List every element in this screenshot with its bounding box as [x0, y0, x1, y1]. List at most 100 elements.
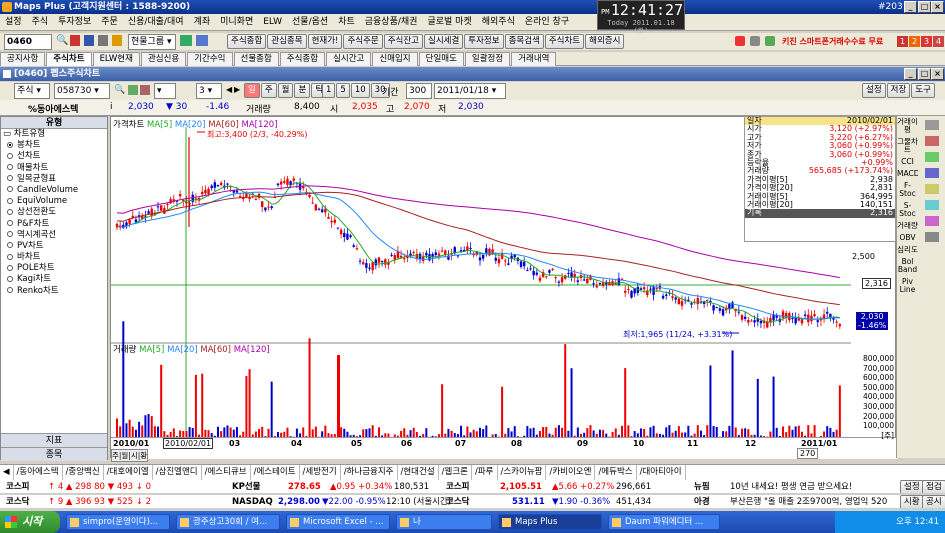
menu-item[interactable]: ELW — [258, 14, 287, 30]
alert-icon[interactable] — [735, 36, 745, 46]
ad-banner[interactable]: 키진 스마트폰거래수수료 무료 — [782, 36, 883, 47]
taskbar-item[interactable]: Microsoft Excel - ... — [286, 514, 390, 530]
period-button[interactable]: 분 — [294, 83, 311, 98]
save-icon[interactable] — [84, 35, 94, 46]
indicator-item[interactable]: CCI — [897, 158, 918, 166]
market-select[interactable]: 주식 ▾ — [14, 83, 50, 99]
stock-chip[interactable]: /삼진엘앤디 — [153, 465, 202, 480]
chart-maximize-button[interactable]: □ — [918, 68, 931, 80]
tab[interactable]: 기간수익 — [187, 52, 233, 66]
indicator-item[interactable]: 거래이평 — [897, 118, 918, 134]
count-select[interactable]: 3 ▾ — [196, 83, 222, 99]
page-button[interactable]: 4 — [933, 36, 944, 47]
folder-icon[interactable] — [112, 35, 122, 46]
stock-chip[interactable]: /대아티아이 — [637, 465, 686, 480]
quick-button[interactable]: 투자정보 — [464, 34, 504, 49]
indicator-item[interactable]: 거래량 — [897, 222, 918, 230]
tab[interactable]: 관심신용 — [140, 52, 187, 66]
prev-stock-icon[interactable] — [128, 85, 138, 95]
taskbar-item[interactable]: Maps Plus — [498, 514, 602, 530]
tab[interactable]: 주식차트 — [46, 52, 92, 66]
menu-item[interactable]: 선물/옵션 — [287, 14, 333, 30]
date-input[interactable]: 2011/01/18 ▾ — [434, 83, 506, 99]
quick-button[interactable]: 실시세결 — [424, 34, 464, 49]
chart-type-item[interactable]: 선차트 — [1, 151, 107, 162]
chart-type-item[interactable]: Renko차트 — [1, 286, 107, 297]
stockbar-nav-icon[interactable]: ◀ — [0, 465, 14, 480]
minute-button[interactable]: 10 — [350, 83, 370, 98]
indicator-item[interactable]: MACD — [897, 170, 919, 178]
stock-chip[interactable]: /세방전기 — [300, 465, 341, 480]
ratio-select[interactable]: ▾ — [154, 83, 176, 99]
stock-chip[interactable]: /카비이오엔 — [546, 465, 596, 480]
chart-type-item[interactable]: 삼선전환도 — [1, 207, 107, 218]
menu-item[interactable]: 글로벌 마켓 — [422, 14, 476, 30]
order-type-select[interactable]: 현물그룹 ▾ — [128, 34, 176, 50]
vertical-line-tool-icon[interactable] — [924, 168, 939, 178]
menu-item[interactable]: 차트 — [333, 14, 360, 30]
lock-icon[interactable] — [70, 35, 80, 46]
chart-type-item[interactable]: 역시계곡선 — [1, 230, 107, 241]
indicator-item[interactable]: OBV — [897, 234, 918, 242]
tab[interactable]: 공지사항 — [0, 52, 46, 66]
chart-type-item[interactable]: CandleVolume — [1, 185, 107, 196]
page-button[interactable]: 1 — [897, 36, 908, 47]
taskbar-item[interactable]: 나 — [396, 514, 492, 530]
ticker1-news[interactable]: 10년 내세요! 평생 연금 받으세요! — [730, 480, 890, 493]
grid-icon[interactable] — [180, 35, 192, 46]
channel-tool-icon[interactable] — [924, 200, 939, 210]
menu-item[interactable]: 주식 — [27, 14, 54, 30]
chart-type-item[interactable]: 바차트 — [1, 252, 107, 263]
indicator-item[interactable]: S-Stoc — [897, 202, 918, 218]
indicator-tab[interactable]: 지표 — [1, 433, 107, 447]
next-stock-icon[interactable] — [140, 85, 150, 95]
text-tool-icon[interactable] — [924, 216, 939, 226]
stock-chip[interactable]: /동아에스텍 — [14, 465, 63, 480]
close-button[interactable]: × — [931, 1, 944, 13]
period-button[interactable]: 일 — [244, 83, 260, 98]
minimize-button[interactable]: _ — [904, 1, 917, 13]
stock-chip[interactable]: /에스티큐브 — [202, 465, 251, 480]
settings-button[interactable]: 설정 — [900, 480, 924, 493]
indicator-item[interactable]: 그물차트 — [897, 138, 918, 154]
up-arrow-icon[interactable]: ▶ — [234, 85, 240, 94]
memo-icon[interactable] — [750, 36, 760, 46]
quick-button[interactable]: 종목검색 — [504, 34, 544, 49]
period-input[interactable]: 300 — [406, 83, 432, 99]
stock-chip[interactable]: /파루 — [472, 465, 498, 480]
menu-item[interactable]: 금융상품/채권 — [360, 14, 423, 30]
stock-chip[interactable]: /대호에이엘 — [104, 465, 153, 480]
tab[interactable]: ELW현재 — [92, 52, 140, 66]
chart-type-item[interactable]: Kagi차트 — [1, 274, 107, 285]
trendline-tool-icon[interactable] — [924, 136, 939, 146]
disclosure-button[interactable]: 공시 — [922, 495, 945, 508]
chat-icon[interactable] — [765, 36, 775, 46]
quick-button[interactable]: 현재가! — [307, 34, 343, 49]
taskbar-item[interactable]: simpro(운영이다)... — [66, 514, 170, 530]
chart-close-button[interactable]: × — [931, 68, 944, 80]
tab[interactable]: 거래내역 — [511, 52, 557, 66]
menu-item[interactable]: 미니화면 — [215, 14, 258, 30]
market-button[interactable]: 시황 — [900, 495, 924, 508]
stock-chip[interactable]: /현대건설 — [398, 465, 439, 480]
page-button[interactable]: 2 — [909, 36, 920, 47]
taskbar-item[interactable]: Daum 파워에디터 ... — [608, 514, 720, 530]
tab[interactable]: 단일매도 — [418, 52, 464, 66]
stock-tab[interactable]: 종목 — [1, 447, 107, 461]
indicator-item[interactable]: F-Stoc — [897, 182, 918, 198]
menu-item[interactable]: 설정 — [0, 14, 27, 30]
search-icon[interactable]: 🔍 — [56, 35, 68, 46]
quick-button[interactable]: 해외증시 — [585, 34, 625, 49]
quick-button[interactable]: 주식종합 — [227, 34, 267, 49]
window-icon[interactable] — [196, 35, 208, 46]
quick-button[interactable]: 관심종목 — [267, 34, 307, 49]
chart-type-item[interactable]: 봉차트 — [1, 140, 107, 151]
indicator-item[interactable]: Bol Band — [897, 258, 918, 274]
stock-chip[interactable]: /하나금융지주 — [341, 465, 398, 480]
page-button[interactable]: 3 — [921, 36, 932, 47]
menu-item[interactable]: 온라인 창구 — [520, 14, 574, 30]
stock-code-input[interactable]: 058730 ▾ — [54, 83, 110, 99]
tab[interactable]: 주식종합 — [279, 52, 326, 66]
chart-type-item[interactable]: PV차트 — [1, 241, 107, 252]
stock-chip[interactable]: /에듀박스 — [595, 465, 637, 480]
